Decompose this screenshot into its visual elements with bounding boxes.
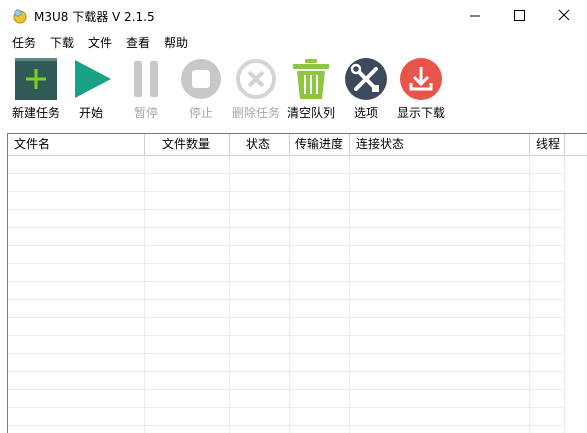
delete-icon xyxy=(235,58,277,100)
window-title: M3U8 下载器 V 2.1.5 xyxy=(34,10,155,24)
start-button[interactable]: 开始 xyxy=(70,52,112,127)
column-file-count[interactable]: 文件数量 xyxy=(145,134,230,155)
grid-line xyxy=(8,263,564,264)
grid-line xyxy=(8,353,564,354)
grid-line xyxy=(8,209,564,210)
maximize-icon xyxy=(514,10,525,21)
clear-queue-button[interactable]: 清空队列 xyxy=(287,52,335,127)
close-icon xyxy=(558,9,570,21)
minimize-icon xyxy=(470,15,480,17)
menu-file[interactable]: 文件 xyxy=(88,34,112,51)
column-threads[interactable]: 线程 xyxy=(530,134,565,155)
toolbar: 新建任务 开始 暂停 停止 删除任务 清空队列 选项 显示下载 xyxy=(0,52,587,127)
add-task-icon xyxy=(15,58,57,100)
delete-task-button[interactable]: 删除任务 xyxy=(232,52,280,127)
grid-line xyxy=(8,425,564,426)
column-file-name[interactable]: 文件名 xyxy=(8,134,145,155)
grid-line xyxy=(8,317,564,318)
grid-line xyxy=(144,155,145,433)
stop-icon xyxy=(180,58,222,100)
grid-line xyxy=(289,155,290,433)
trash-icon xyxy=(290,58,332,100)
menu-help[interactable]: 帮助 xyxy=(164,34,188,51)
menu-task[interactable]: 任务 xyxy=(12,34,36,51)
grid-line xyxy=(8,245,564,246)
show-downloads-button[interactable]: 显示下载 xyxy=(397,52,445,127)
menu-view[interactable]: 查看 xyxy=(126,34,150,51)
pause-icon xyxy=(125,58,167,100)
play-icon xyxy=(71,58,113,100)
grid-line xyxy=(8,281,564,282)
grid-line xyxy=(8,227,564,228)
grid-line xyxy=(8,335,564,336)
grid-line xyxy=(8,371,564,372)
maximize-button[interactable] xyxy=(497,0,542,32)
grid-line xyxy=(8,299,564,300)
tools-icon xyxy=(345,58,387,100)
close-button[interactable] xyxy=(542,0,587,32)
column-transfer-progress[interactable]: 传输进度 xyxy=(290,134,350,155)
grid-line xyxy=(8,389,564,390)
task-list[interactable]: 文件名 文件数量 状态 传输进度 连接状态 线程 xyxy=(7,133,587,433)
title-bar[interactable]: M3U8 下载器 V 2.1.5 xyxy=(0,0,587,33)
column-connection-status[interactable]: 连接状态 xyxy=(350,134,530,155)
column-status[interactable]: 状态 xyxy=(230,134,290,155)
download-icon xyxy=(400,58,442,100)
table-header: 文件名 文件数量 状态 传输进度 连接状态 线程 xyxy=(8,134,587,156)
pause-button[interactable]: 暂停 xyxy=(125,52,167,127)
menu-download[interactable]: 下载 xyxy=(50,34,74,51)
grid-line xyxy=(8,407,564,408)
grid-line xyxy=(229,155,230,433)
options-button[interactable]: 选项 xyxy=(345,52,387,127)
grid-line xyxy=(8,191,564,192)
menu-bar: 任务 下载 文件 查看 帮助 xyxy=(0,32,587,52)
grid-line xyxy=(529,155,530,433)
grid-line xyxy=(564,155,565,433)
grid-line xyxy=(349,155,350,433)
show-downloads-label: 显示下载 xyxy=(396,106,445,120)
minimize-button[interactable] xyxy=(452,0,497,32)
grid-line xyxy=(8,173,564,174)
stop-button[interactable]: 停止 xyxy=(180,52,222,127)
app-logo-icon xyxy=(12,8,28,24)
